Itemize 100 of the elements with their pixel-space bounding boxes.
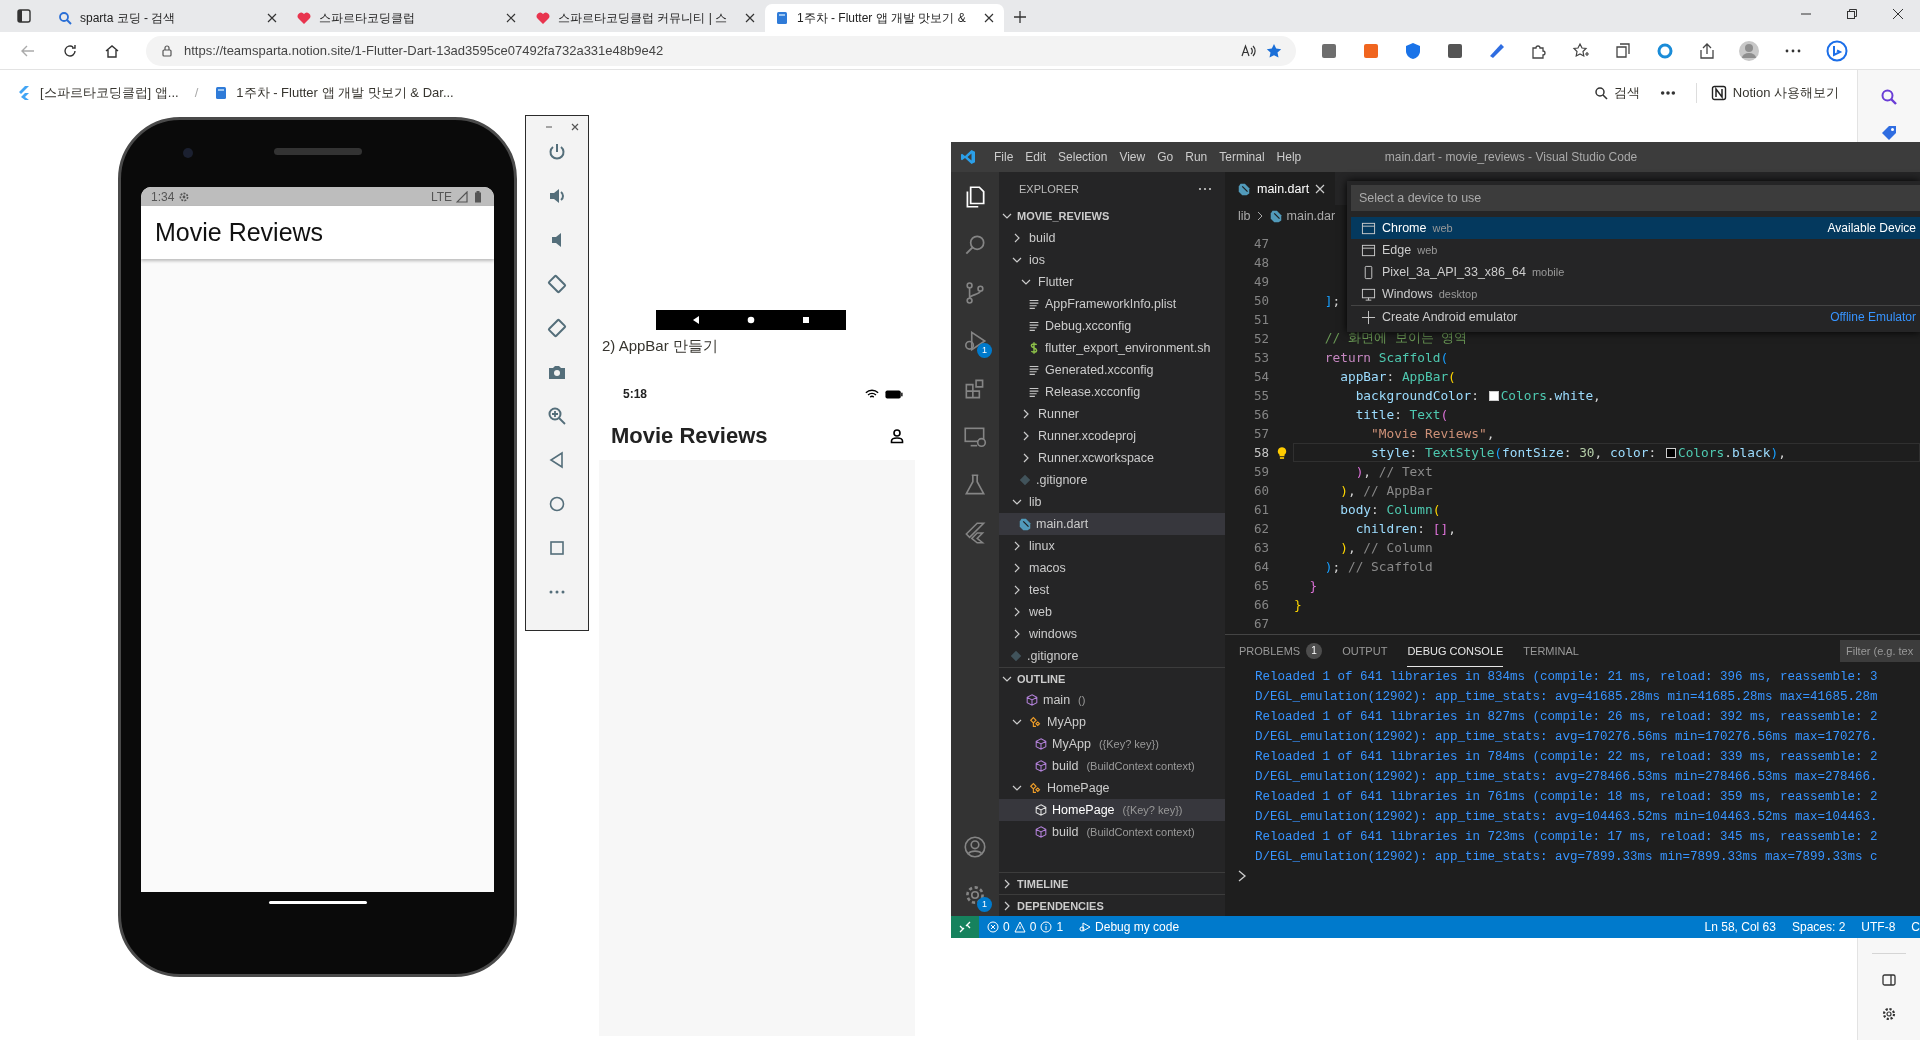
device-option[interactable]: Windows desktop [1351,283,1920,305]
file-tree-item[interactable]: Debug.xcconfig [999,315,1225,337]
account-icon[interactable] [962,834,988,860]
problems-status[interactable]: 0 0 1 [979,920,1072,934]
home-icon[interactable] [104,42,120,59]
file-tree-item[interactable]: Runner.xcodeproj [999,425,1225,447]
extension-icon[interactable] [1446,41,1464,60]
lightbulb-icon[interactable] [1276,445,1287,460]
share-icon[interactable] [1698,41,1716,60]
run-debug-icon[interactable] [962,328,988,354]
panel-tab[interactable]: OUTPUT [1342,635,1388,667]
breadcrumb-item[interactable]: main.dar [1286,209,1336,223]
new-tab-icon[interactable] [1012,9,1028,25]
encoding-status[interactable]: UTF-8 [1853,920,1904,934]
file-tree-item[interactable]: flutter_export_environment.sh [999,337,1225,359]
panel-tab[interactable]: PROBLEMS 1 [1239,635,1323,667]
breadcrumb-link[interactable]: [스파르타코딩클럽] 앱... [40,83,179,102]
more-icon[interactable] [1659,89,1676,96]
address-bar[interactable]: https://teamsparta.notion.site/1-Flutter-Dart-13ad3595ce07492fa732a331e48b9e42 [146,35,1296,66]
section-header[interactable]: TIMELINE [999,872,1225,894]
volume-up-icon[interactable] [547,186,567,206]
chat-icon[interactable] [1826,39,1848,62]
file-tree-item[interactable]: Runner [999,403,1225,425]
file-tree-item[interactable]: Release.xcconfig [999,381,1225,403]
panel-tab[interactable]: TERMINAL [1523,635,1579,667]
device-option[interactable]: Chrome web Available Device [1351,217,1920,239]
file-tree-item[interactable]: lib [999,491,1225,513]
outline-item[interactable]: HomePage ({Key? key}) [999,799,1225,821]
file-tree-item[interactable]: build [999,227,1225,249]
color-swatch-icon[interactable] [1488,390,1499,401]
menu-item[interactable]: Selection [1052,150,1114,164]
close-icon[interactable] [984,13,994,23]
device-option[interactable]: Create Android emulator Offline Emulator [1351,305,1920,328]
outline-item[interactable]: HomePage [999,777,1225,799]
menu-item[interactable]: Run [1179,150,1214,164]
file-tree-item[interactable]: web [999,601,1225,623]
prompt-icon[interactable] [1237,870,1247,882]
panel-tab[interactable]: DEBUG CONSOLE [1407,635,1504,667]
browser-tab[interactable]: sparta 코딩 - 검색 [48,4,287,32]
file-tree-item[interactable]: main.dart [999,513,1225,535]
tag-icon[interactable] [1880,124,1898,142]
menu-item[interactable]: Go [1151,150,1180,164]
file-tree-item[interactable]: test [999,579,1225,601]
search-icon[interactable] [1880,88,1898,106]
power-icon[interactable] [547,142,567,162]
device-option[interactable]: Edge web [1351,239,1920,261]
search-button[interactable]: 검색 [1593,83,1640,102]
file-tree-item[interactable]: macos [999,557,1225,579]
browser-tab[interactable]: 1주차 - Flutter 앱 개발 맛보기 & [765,4,1004,32]
menu-item[interactable]: File [988,150,1020,164]
menu-item[interactable]: Edit [1019,150,1053,164]
star-icon[interactable] [1266,42,1282,59]
indentation-status[interactable]: Spaces: 2 [1783,920,1854,934]
line-ending-status[interactable]: C [1903,920,1920,934]
file-tree-item[interactable]: Runner.xcworkspace [999,447,1225,469]
close-icon[interactable] [267,13,277,23]
file-tree-item[interactable]: ios [999,249,1225,271]
favorites-icon[interactable] [1572,41,1590,60]
outline-item[interactable]: MyApp ({Key? key}) [999,733,1225,755]
device-search-field[interactable]: Select a device to use [1351,185,1920,211]
folder-header[interactable]: MOVIE_REVIEWS [999,205,1225,227]
file-tree-item[interactable]: AppFrameworkInfo.plist [999,293,1225,315]
person-icon[interactable] [889,428,905,444]
zoom-icon[interactable] [547,406,567,426]
browser-tab[interactable]: 스파르타코딩클럽 커뮤니티 | 스 [526,4,765,32]
outline-item[interactable]: build (BuildContext context) [999,821,1225,843]
file-tree-item[interactable]: Generated.xcconfig [999,359,1225,381]
restore-icon[interactable] [1846,8,1858,20]
browser-tab[interactable]: 스파르타코딩클럽 [287,4,526,32]
file-tree-item[interactable]: windows [999,623,1225,645]
extension-icon[interactable] [1362,41,1380,60]
collections-icon[interactable] [1614,41,1632,60]
extension-icon[interactable] [1320,41,1338,60]
outline-item[interactable]: MyApp [999,711,1225,733]
read-aloud-icon[interactable] [1240,42,1256,59]
outline-item[interactable]: main () [999,689,1225,711]
menu-item[interactable]: View [1113,150,1152,164]
close-icon[interactable] [506,13,516,23]
close-icon[interactable] [745,13,755,23]
try-notion-button[interactable]: Notion 사용해보기 [1710,83,1839,102]
sidebar-toggle-icon[interactable] [1881,972,1897,988]
menu-item[interactable]: Terminal [1213,150,1271,164]
overview-icon[interactable] [547,538,567,558]
pencil-icon[interactable] [1488,41,1506,60]
breadcrumb-link[interactable]: 1주차 - Flutter 앱 개발 맛보기 & Dar... [236,83,908,102]
file-tree-item[interactable]: Flutter [999,271,1225,293]
file-tree-item[interactable]: .gitignore [999,645,1225,667]
editor-tab[interactable]: main.dart [1225,172,1336,205]
remote-indicator[interactable] [951,916,979,938]
file-tree-item[interactable]: linux [999,535,1225,557]
section-header[interactable]: OUTLINE [999,667,1225,689]
extension-icon[interactable] [1656,41,1674,60]
shield-icon[interactable] [1404,41,1422,60]
rotate-left-icon[interactable] [547,274,567,294]
color-swatch-icon[interactable] [1665,447,1676,458]
filter-field[interactable]: Filter (e.g. tex [1840,640,1920,662]
close-icon[interactable] [570,122,580,132]
cursor-position[interactable]: Ln 58, Col 63 [1696,920,1784,934]
file-tree-item[interactable]: .gitignore [999,469,1225,491]
settings-icon[interactable] [1881,1006,1897,1022]
